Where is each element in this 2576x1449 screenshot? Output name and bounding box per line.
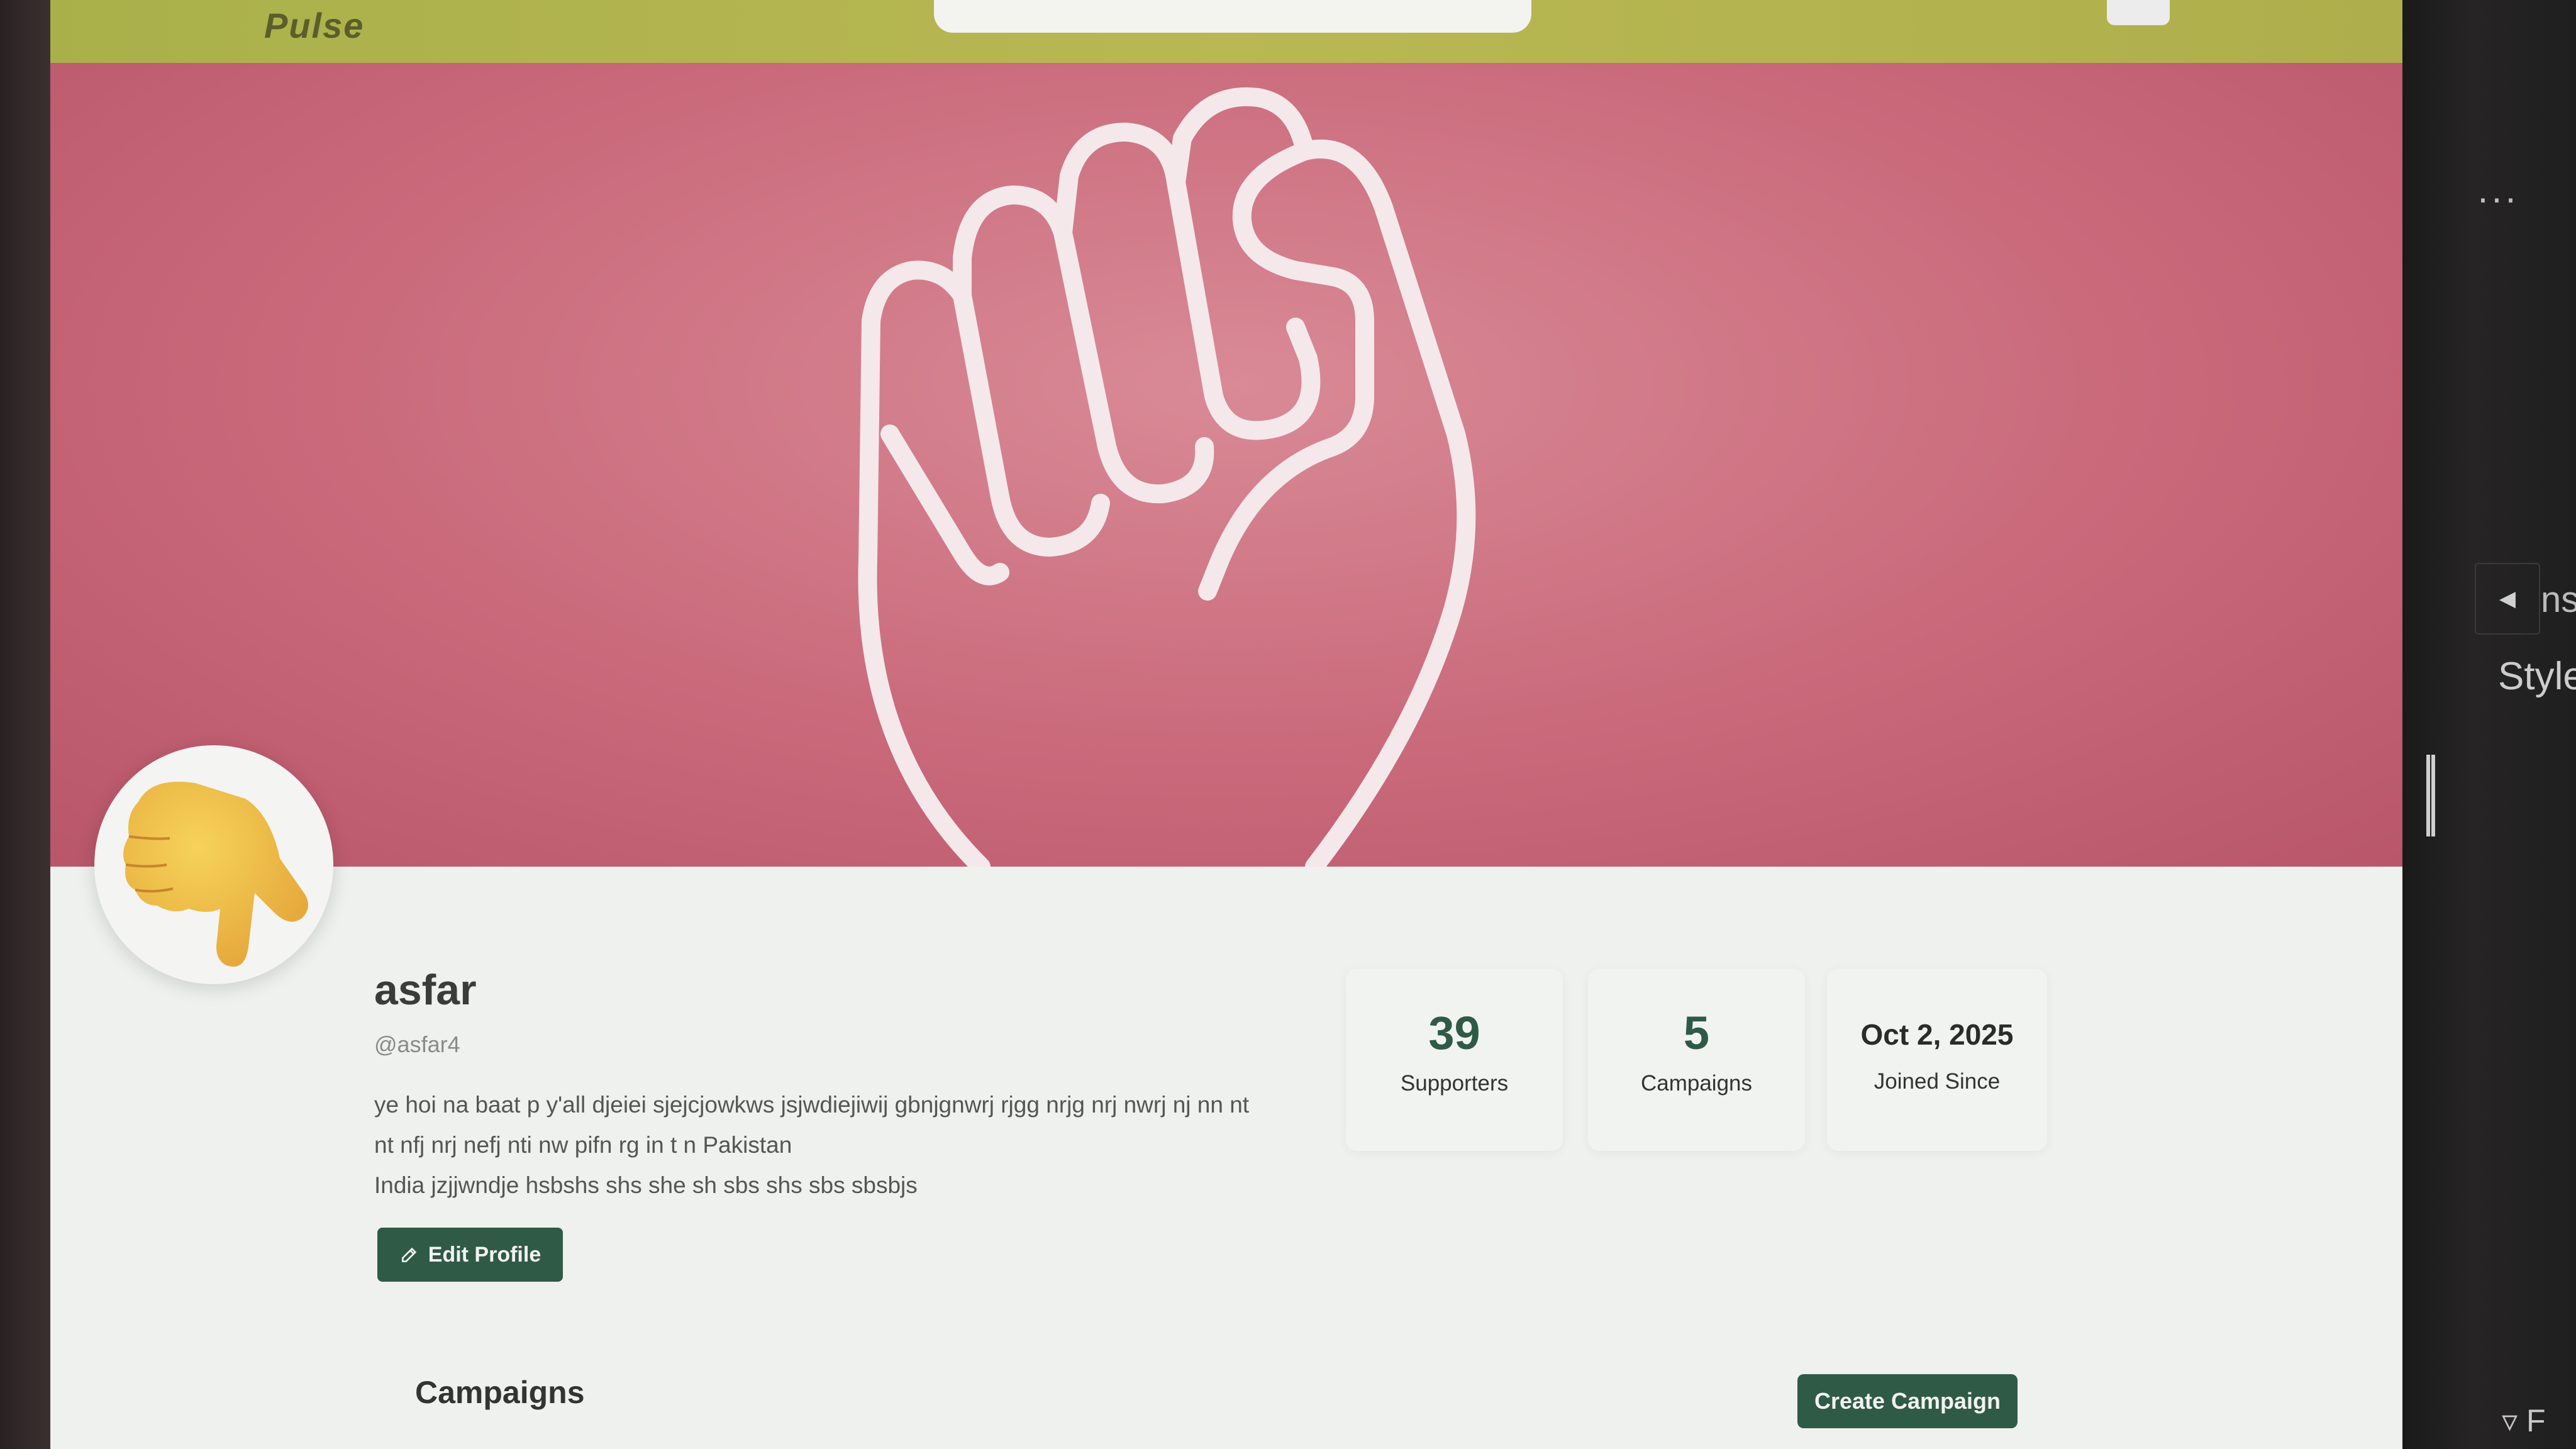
create-campaign-button[interactable]: Create Campaign: [1797, 1374, 2018, 1428]
profile-banner: [50, 63, 2402, 867]
search-bar[interactable]: [934, 0, 1531, 33]
style-tab[interactable]: Style: [2498, 654, 2576, 699]
header-menu-button[interactable]: [2107, 0, 2170, 25]
filter-icon: ▿: [2502, 1403, 2518, 1438]
app-window: Pulse asfar @asfar4 ye hoi na baat p y'a…: [50, 0, 2402, 1449]
stat-label: Campaigns: [1640, 1071, 1753, 1096]
bio-line: India jzjjwndje hsbshs shs she sh sbs sh…: [374, 1172, 918, 1198]
more-dots-icon[interactable]: ···: [2477, 176, 2518, 219]
profile-bio: ye hoi na baat p y'all djeiei sjejcjowkw…: [374, 1085, 1343, 1206]
stat-label: Joined Since: [1874, 1069, 2001, 1094]
stat-supporters: 39 Supporters: [1346, 969, 1563, 1151]
top-nav-bar: Pulse: [50, 0, 2402, 63]
stat-value: Oct 2, 2025: [1860, 1018, 2014, 1051]
edit-profile-button[interactable]: Edit Profile: [377, 1228, 563, 1282]
profile-name: asfar: [374, 966, 477, 1014]
monitor-bezel-left: [0, 0, 50, 1449]
filter-control[interactable]: ▿ F: [2502, 1402, 2546, 1439]
side-tab-label[interactable]: ns: [2541, 579, 2576, 621]
filter-label: F: [2526, 1403, 2546, 1438]
bio-line: ye hoi na baat p y'all djeiei sjejcjowkw…: [374, 1092, 1250, 1118]
stat-campaigns: 5 Campaigns: [1588, 969, 1805, 1151]
bio-line: nt nfj nrj nefj nti nw pifn rg in t n Pa…: [374, 1132, 792, 1158]
edit-profile-label: Edit Profile: [428, 1242, 541, 1267]
campaigns-heading: Campaigns: [415, 1375, 585, 1410]
raised-fist-icon: [858, 87, 1476, 867]
brand-logo[interactable]: Pulse: [264, 5, 364, 46]
profile-handle: @asfar4: [374, 1031, 460, 1057]
stat-value: 5: [1683, 1007, 1710, 1059]
stat-joined: Oct 2, 2025 Joined Since: [1827, 969, 2047, 1151]
pointing-hand-icon: [123, 782, 308, 967]
stat-value: 39: [1428, 1007, 1480, 1059]
caret-left-icon[interactable]: ◀: [2475, 563, 2540, 635]
edit-pencil-icon: [401, 1247, 416, 1262]
avatar[interactable]: [94, 745, 333, 984]
panel-resize-handle[interactable]: [2426, 755, 2435, 836]
stat-label: Supporters: [1400, 1071, 1509, 1096]
